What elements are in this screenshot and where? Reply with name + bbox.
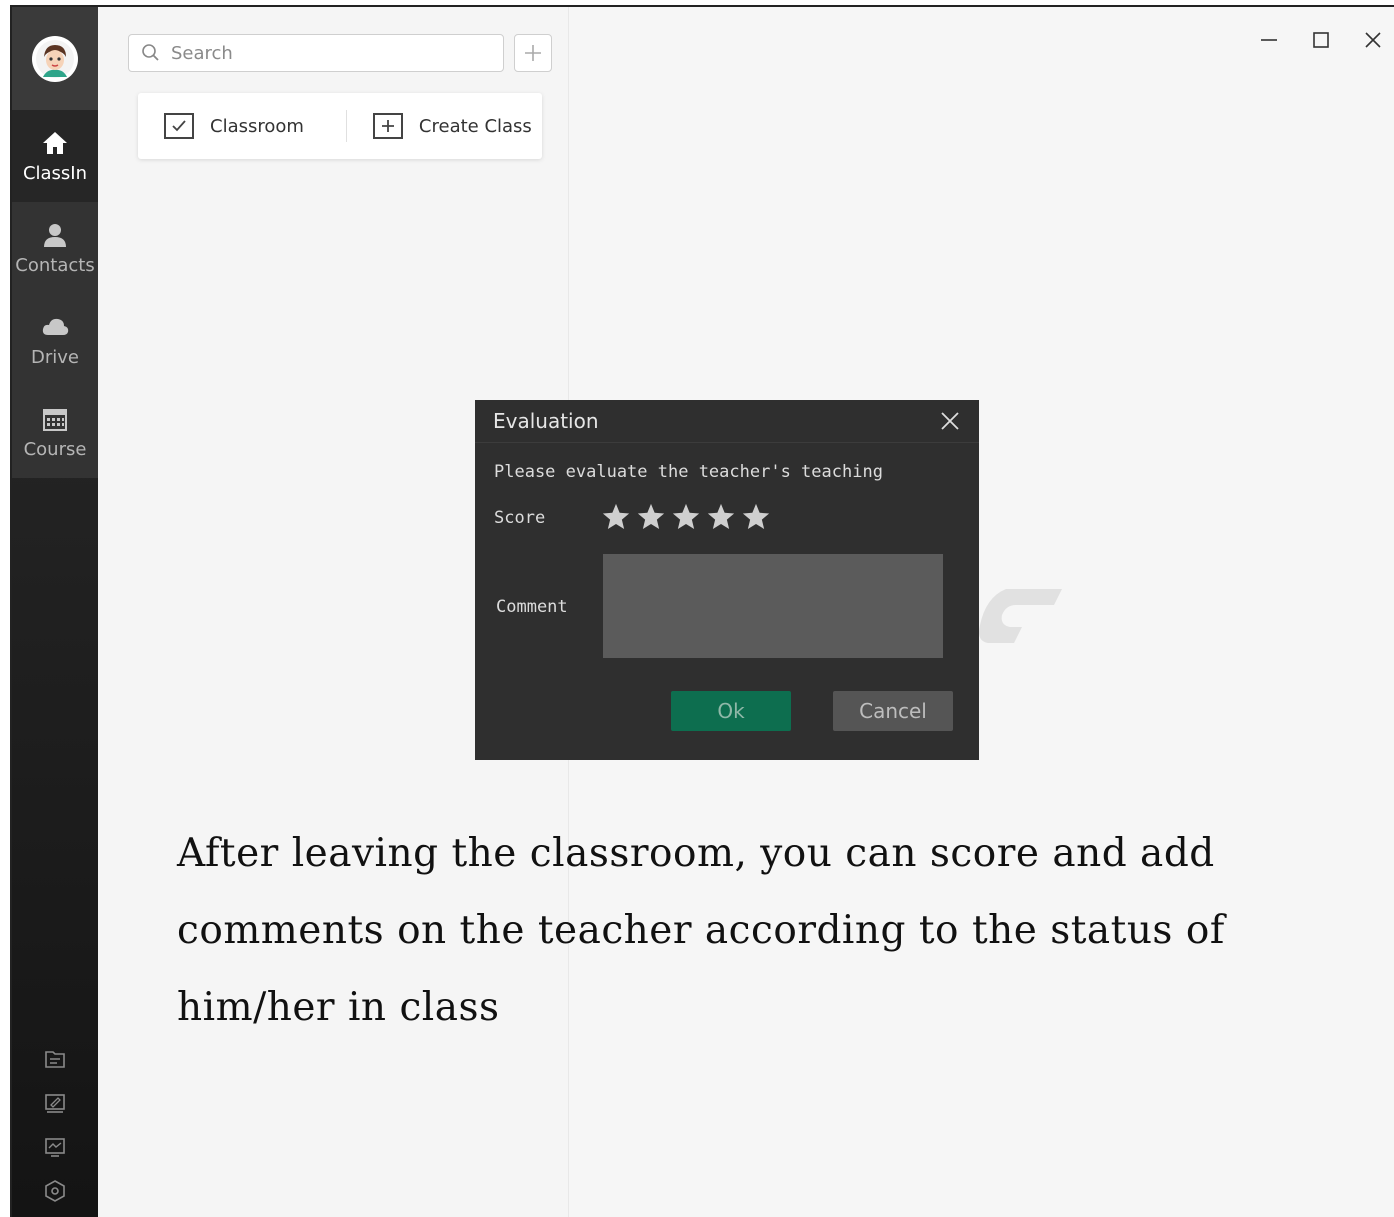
caption-line: him/her in class (177, 985, 500, 1030)
edit-icon[interactable] (43, 1091, 67, 1115)
sidebar-item-classin[interactable]: ClassIn (12, 110, 98, 202)
home-icon (43, 131, 67, 154)
dialog-prompt: Please evaluate the teacher's teaching (494, 462, 883, 482)
dialog-title: Evaluation (475, 400, 979, 443)
classroom-label: Classroom (210, 115, 304, 137)
search-icon (142, 44, 159, 61)
sidebar-item-label: ClassIn (22, 162, 88, 184)
dialog-close-icon[interactable] (939, 410, 961, 432)
window-controls (1258, 29, 1384, 51)
score-label: Score (494, 508, 546, 528)
add-button[interactable] (514, 34, 552, 72)
comment-label: Comment (496, 597, 568, 617)
folder-icon[interactable] (43, 1047, 67, 1071)
sidebar-item-contacts[interactable]: Contacts (12, 202, 98, 294)
ok-button[interactable]: Ok (671, 691, 791, 731)
sidebar-bottom-tools (12, 1047, 98, 1203)
star-5-icon[interactable] (741, 502, 771, 532)
plus-box-icon (372, 113, 403, 139)
cloud-icon (42, 318, 69, 335)
caption-line: After leaving the classroom, you can sco… (177, 831, 1215, 876)
close-icon[interactable] (1362, 29, 1384, 51)
cancel-button[interactable]: Cancel (833, 691, 953, 731)
app-window: ClassIn Contacts Drive Course Search Cla… (10, 5, 1394, 1217)
sidebar-item-drive[interactable]: Drive (12, 294, 98, 386)
sidebar-item-label: Contacts (15, 254, 95, 276)
caption-line: comments on the teacher according to the… (177, 908, 1225, 953)
calendar-icon (43, 408, 67, 431)
plus-icon (525, 45, 541, 61)
avatar[interactable] (32, 35, 78, 82)
sidebar: ClassIn Contacts Drive Course (12, 7, 98, 1217)
instruction-caption: After leaving the classroom, you can sco… (177, 815, 1297, 1046)
star-3-icon[interactable] (671, 502, 701, 532)
evaluation-dialog: Evaluation Please evaluate the teacher's… (475, 400, 979, 760)
monitor-icon[interactable] (43, 1135, 67, 1159)
star-2-icon[interactable] (636, 502, 666, 532)
score-rating (601, 502, 771, 532)
avatar-area (12, 7, 98, 110)
create-class-label: Create Class (418, 115, 532, 137)
star-4-icon[interactable] (706, 502, 736, 532)
divider (345, 110, 347, 142)
sidebar-item-course[interactable]: Course (12, 386, 98, 478)
checkbox-icon (164, 113, 194, 139)
search-box[interactable] (128, 34, 504, 72)
search-input[interactable] (169, 41, 473, 65)
contacts-icon (44, 223, 66, 247)
minimize-icon[interactable] (1258, 29, 1280, 51)
settings-icon[interactable] (43, 1179, 67, 1203)
classroom-button[interactable]: Classroom (164, 113, 304, 139)
comment-textarea[interactable] (603, 554, 943, 658)
create-class-button[interactable]: Create Class (372, 113, 532, 139)
star-1-icon[interactable] (601, 502, 631, 532)
logo-watermark-icon (979, 589, 1062, 643)
maximize-icon[interactable] (1310, 29, 1332, 51)
avatar-icon (36, 39, 74, 78)
quick-actions: Classroom Create Class (138, 93, 542, 159)
sidebar-item-label: Drive (31, 346, 79, 368)
sidebar-item-label: Course (23, 438, 87, 460)
